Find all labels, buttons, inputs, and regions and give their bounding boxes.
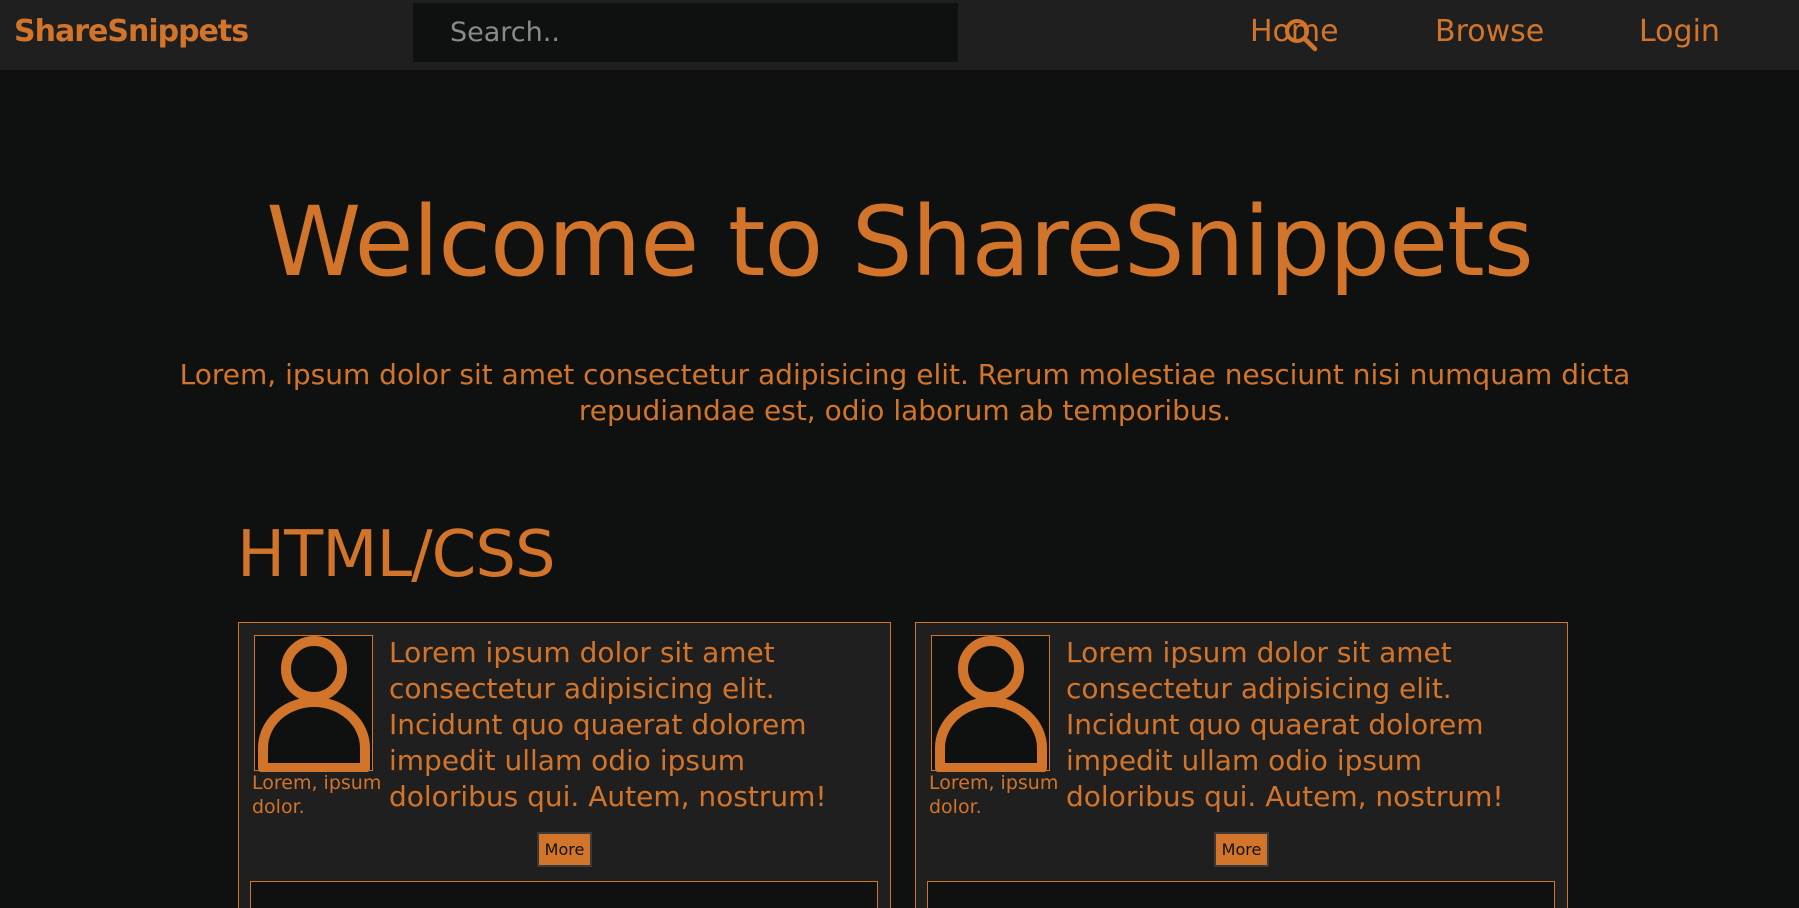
more-button[interactable]: More: [537, 832, 592, 867]
hero-subtitle: Lorem, ipsum dolor sit amet consectetur …: [179, 358, 1631, 427]
hero-title: Welcome to ShareSnippets: [266, 186, 1534, 298]
avatar: [931, 635, 1050, 772]
avatar: [254, 635, 373, 772]
author-name: Lorem, ipsum dolor.: [929, 772, 1059, 818]
snippet-card: Lorem, ipsum dolor. Lorem ipsum dolor si…: [915, 622, 1568, 908]
nav-link-login[interactable]: Login: [1639, 14, 1720, 49]
author-name: Lorem, ipsum dolor.: [252, 772, 382, 818]
snippet-card: Lorem, ipsum dolor. Lorem ipsum dolor si…: [238, 622, 891, 908]
code-preview: [250, 881, 878, 908]
brand-logo[interactable]: ShareSnippets: [14, 14, 249, 49]
snippet-description: Lorem ipsum dolor sit amet consectetur a…: [1066, 636, 1504, 813]
user-icon: [258, 636, 370, 772]
navbar: ShareSnippets Home Browse Login: [0, 0, 1799, 70]
snippet-description: Lorem ipsum dolor sit amet consectetur a…: [389, 636, 827, 813]
search-bar: [413, 3, 1318, 62]
code-preview: [927, 881, 1555, 908]
section-title: HTML/CSS: [237, 518, 556, 592]
nav-link-home[interactable]: Home: [1250, 14, 1339, 49]
search-input[interactable]: [413, 3, 883, 62]
user-icon: [935, 636, 1047, 772]
more-button[interactable]: More: [1214, 832, 1269, 867]
nav-link-browse[interactable]: Browse: [1435, 14, 1544, 49]
